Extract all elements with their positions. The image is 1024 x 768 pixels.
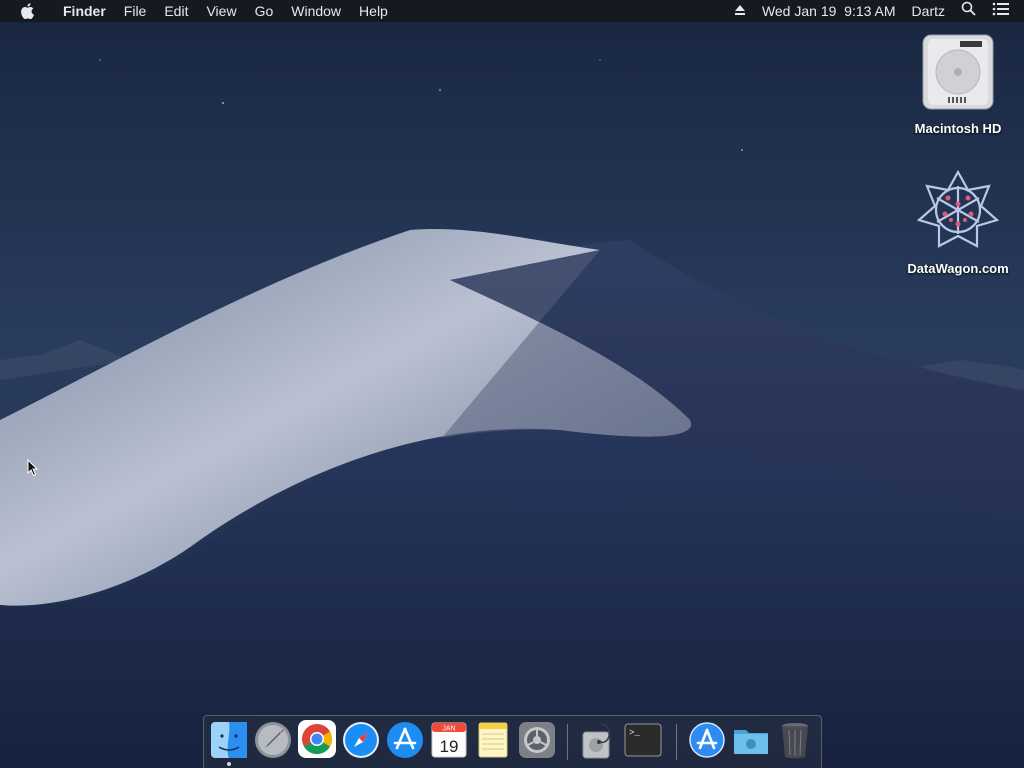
applications-folder-icon [689,722,725,758]
calendar-month: JAN [442,726,455,733]
dock-item-calendar[interactable]: JAN 19 [429,720,469,762]
menu-help[interactable]: Help [350,0,397,22]
calendar-day: 19 [440,737,459,756]
trash-icon [782,723,808,759]
dock-item-downloads[interactable] [731,720,771,762]
desktop-wallpaper [0,0,1024,768]
app-menu-finder[interactable]: Finder [54,0,115,22]
menu-bar-status: Wed Jan 19 9:13 AM Dartz [726,0,1018,22]
dock-item-trash[interactable] [775,720,815,762]
menu-bar: Finder File Edit View Go Window Help Wed… [0,0,1024,22]
chrome-icon [298,720,336,758]
apple-menu-icon[interactable] [0,3,54,19]
dock-separator [676,724,677,760]
dock-item-finder[interactable] [209,720,249,762]
dock: JAN 19 >_ [203,715,822,768]
menu-view[interactable]: View [197,0,245,22]
app-store-icon [387,722,423,758]
dock-item-safari[interactable] [341,720,381,762]
dock-item-notes[interactable] [473,720,513,762]
menu-go[interactable]: Go [246,0,283,22]
menu-file[interactable]: File [115,0,156,22]
user-menu[interactable]: Dartz [904,0,953,22]
menu-clock[interactable]: Wed Jan 19 9:13 AM [754,0,904,22]
notification-center-icon[interactable] [984,0,1018,22]
eject-icon[interactable] [726,0,754,22]
desktop-item-macintosh-hd[interactable]: Macintosh HD [898,32,1018,136]
notes-icon [478,722,508,758]
dock-item-system-preferences[interactable] [517,720,557,762]
dock-item-terminal[interactable]: >_ [623,720,663,762]
launchpad-icon [255,722,291,758]
menu-bar-left: Finder File Edit View Go Window Help [0,0,397,22]
dock-separator [567,724,568,760]
disk-utility-icon [582,723,611,759]
downloads-folder-icon [734,730,768,754]
safari-icon [343,722,379,758]
datawagon-icon [916,169,1000,248]
dock-item-applications[interactable] [687,720,727,762]
dock-item-chrome[interactable] [297,720,337,762]
finder-icon [211,722,247,758]
dock-item-launchpad[interactable] [253,720,293,762]
mouse-cursor [27,459,39,477]
dock-item-app-store[interactable] [385,720,425,762]
desktop-item-label: Macintosh HD [914,121,1002,136]
terminal-icon: >_ [624,723,662,757]
menu-edit[interactable]: Edit [155,0,197,22]
desktop-item-label: DataWagon.com [907,261,1009,276]
finder-running-indicator [227,762,231,766]
desktop-item-datawagon[interactable]: DataWagon.com [898,168,1018,276]
system-preferences-icon [519,722,555,758]
terminal-prompt: >_ [629,728,640,738]
calendar-icon: JAN 19 [431,722,467,758]
menu-window[interactable]: Window [282,0,350,22]
hard-drive-icon [922,34,994,110]
search-icon[interactable] [953,0,984,22]
dock-item-disk-utility[interactable] [577,720,617,762]
